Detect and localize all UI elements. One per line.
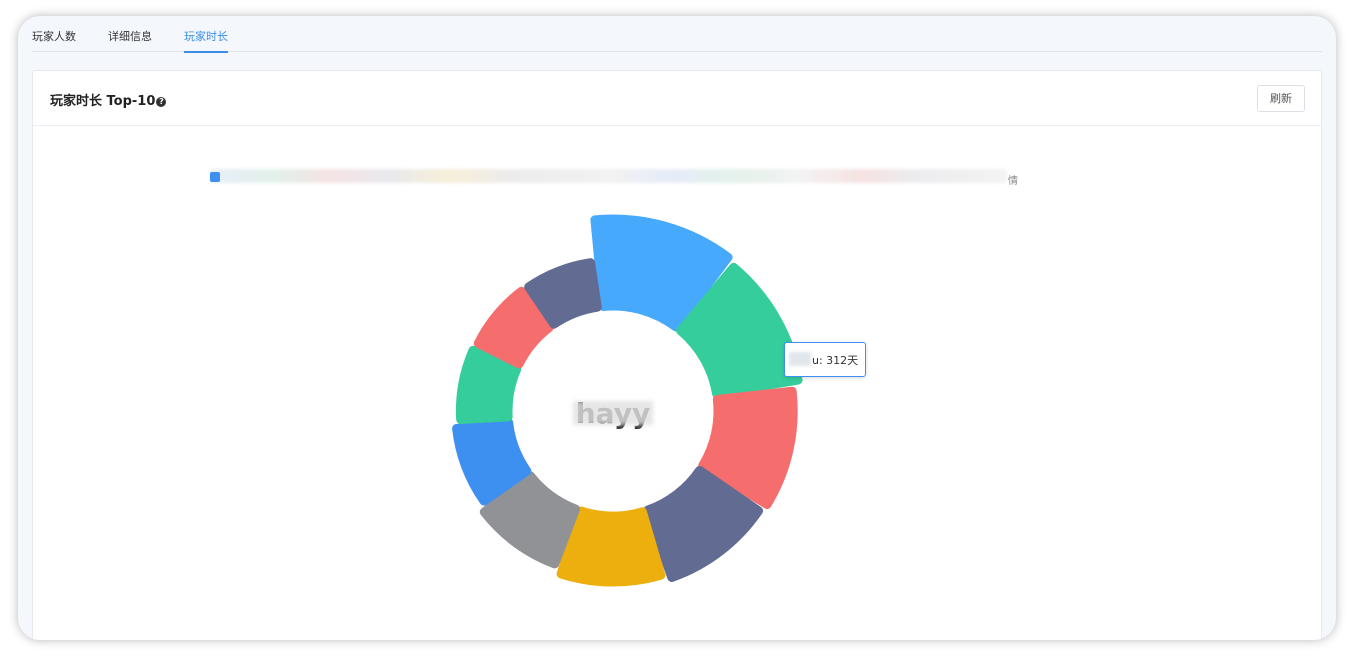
tab-details[interactable]: 详细信息 — [108, 28, 152, 44]
donut-slice-5[interactable] — [556, 506, 666, 587]
tooltip-text: u: 312天 — [812, 354, 859, 367]
tooltip-name-mask — [789, 352, 811, 366]
tab-player-count[interactable]: 玩家人数 — [32, 28, 76, 44]
center-label-mask — [573, 401, 653, 425]
donut-chart[interactable] — [33, 71, 1321, 640]
chart-tooltip: u: 312天 — [784, 342, 866, 377]
tab-bar: 玩家人数 详细信息 玩家时长 — [32, 16, 1322, 53]
play-time-card: 玩家时长 Top-10? 刷新 情 hayy u: 312天 — [32, 70, 1322, 640]
app-window: 玩家人数 详细信息 玩家时长 玩家时长 Top-10? 刷新 情 hayy u:… — [18, 16, 1336, 640]
tab-play-time[interactable]: 玩家时长 — [184, 28, 228, 53]
